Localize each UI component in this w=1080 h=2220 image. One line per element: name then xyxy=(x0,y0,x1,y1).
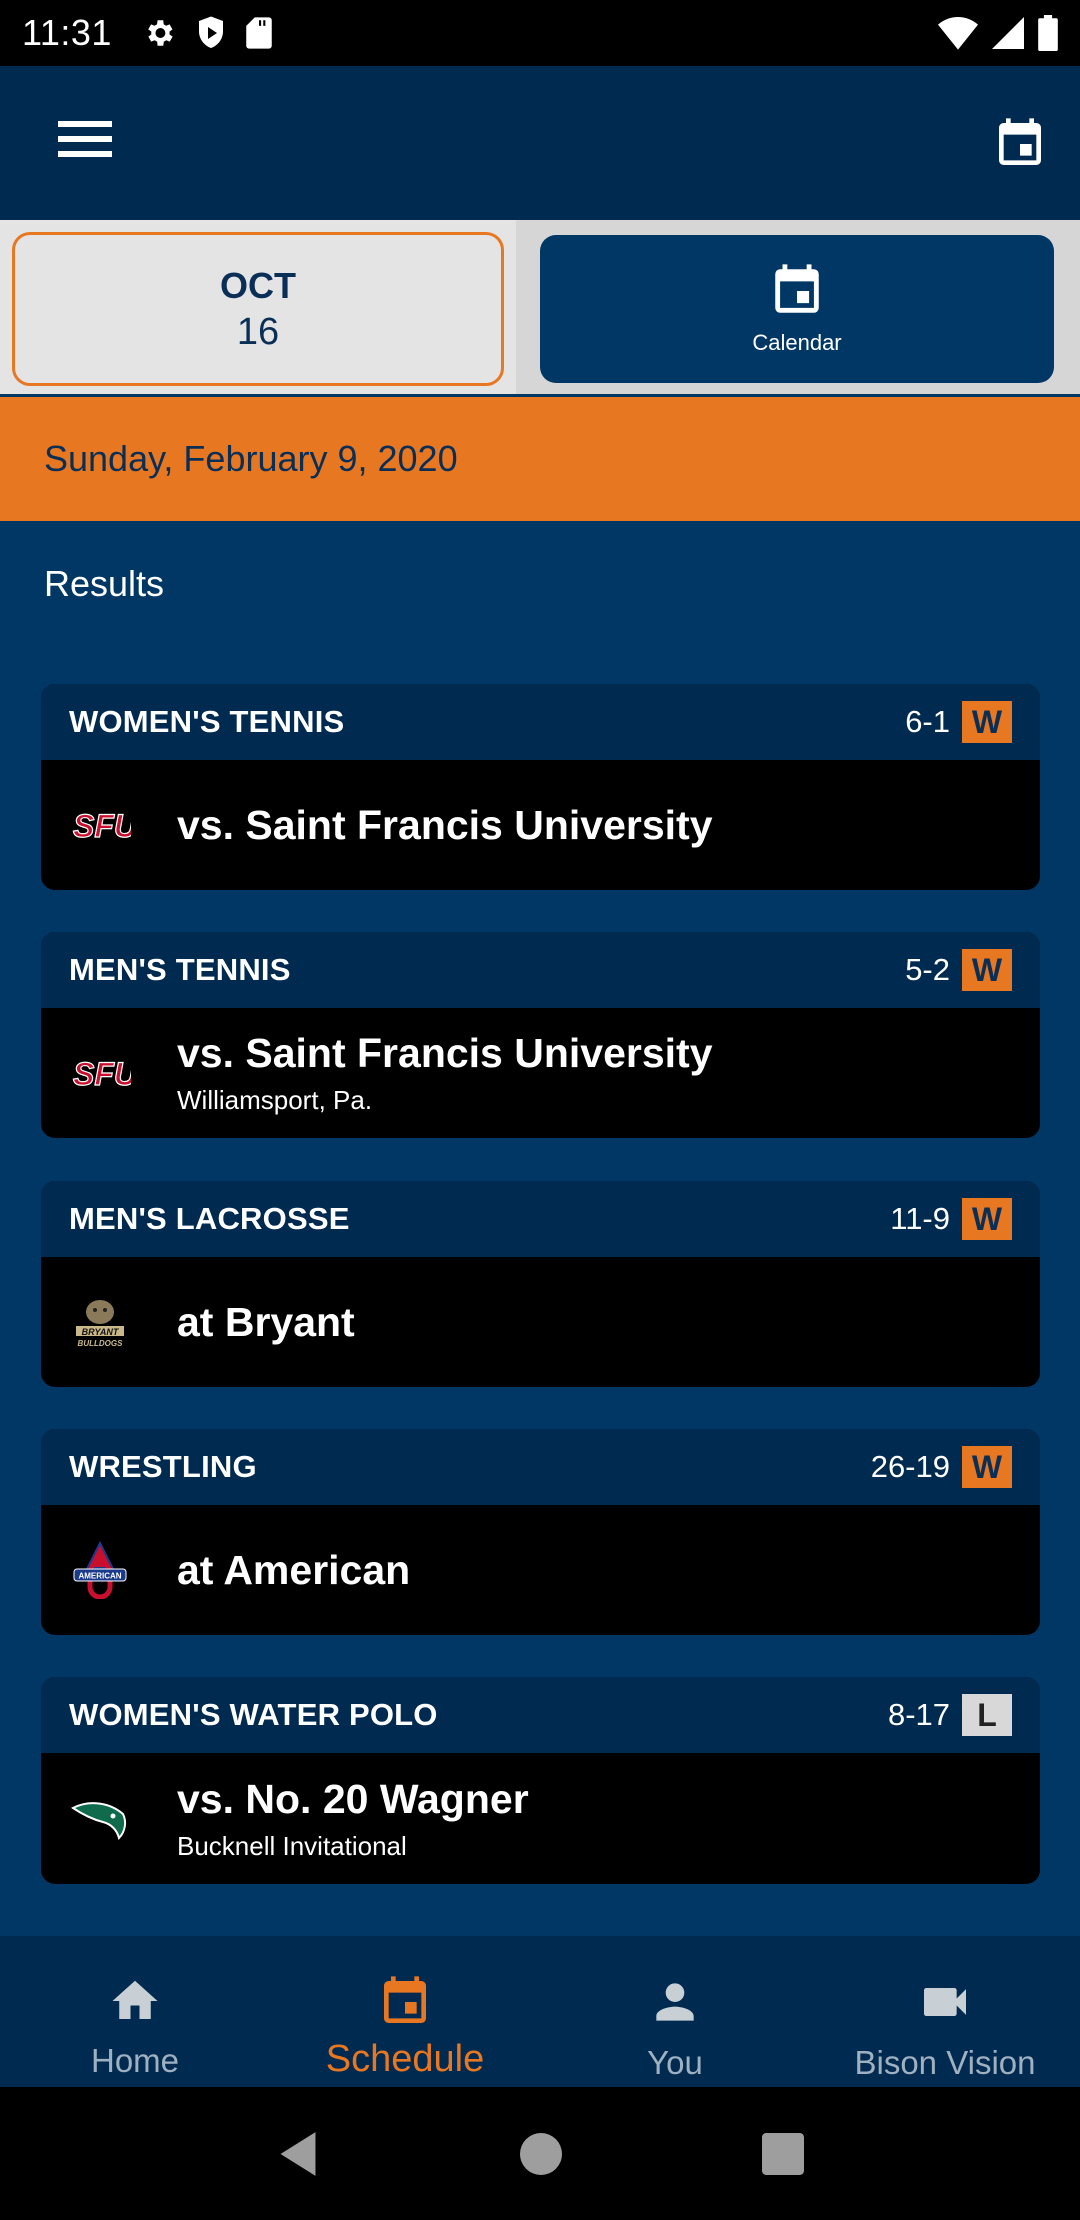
person-icon xyxy=(656,1983,694,2021)
game-score: 5-2 xyxy=(905,952,950,987)
sfu-logo: SFU xyxy=(69,797,131,853)
game-score: 8-17 xyxy=(887,1697,950,1732)
nav-bison-vision-label: Bison Vision xyxy=(854,2044,1036,2081)
game-location: Bucknell Invitational xyxy=(177,1830,407,1861)
game-score: 26-19 xyxy=(870,1449,950,1484)
svg-text:BULLDOGS: BULLDOGS xyxy=(78,1339,124,1348)
game-card[interactable]: WOMEN'S WATER POLO 8-17 L vs. No. 20 Wag… xyxy=(41,1677,1040,1884)
date-month: OCT xyxy=(220,264,296,306)
bryant-bulldogs-logo: BRYANT BULLDOGS xyxy=(69,1294,131,1350)
selected-date-button[interactable]: OCT 16 xyxy=(12,232,504,386)
date-selector: OCT 16 Calendar xyxy=(0,220,1080,396)
calendar-button[interactable]: Calendar xyxy=(540,235,1054,383)
opponent-name: at American xyxy=(177,1546,411,1593)
card-body: vs. No. 20 Wagner Bucknell Invitational xyxy=(41,1753,1040,1884)
calendar-button-label: Calendar xyxy=(752,330,842,355)
result-badge: W xyxy=(962,1446,1012,1488)
game-card[interactable]: MEN'S LACROSSE 11-9 W BRYANT BULLDOGS at… xyxy=(41,1181,1040,1387)
svg-text:SFU: SFU xyxy=(73,808,131,844)
nav-you-label: You xyxy=(647,2044,703,2081)
card-body: SFU vs. Saint Francis University William… xyxy=(41,1008,1040,1138)
game-card[interactable]: MEN'S TENNIS 5-2 W SFU vs. Saint Francis… xyxy=(41,932,1040,1138)
result-badge: W xyxy=(962,1198,1012,1240)
game-location: Williamsport, Pa. xyxy=(177,1085,373,1115)
game-card[interactable]: WRESTLING 26-19 W AMERICAN at American xyxy=(41,1429,1040,1635)
sfu-logo: SFU xyxy=(69,1045,131,1101)
sport-name: WOMEN'S TENNIS xyxy=(69,704,345,739)
calendar-icon xyxy=(384,1976,426,2023)
sport-name: WRESTLING xyxy=(69,1449,257,1484)
opponent-name: vs. No. 20 Wagner xyxy=(177,1775,529,1822)
opponent-name: vs. Saint Francis University xyxy=(177,801,713,848)
date-banner: Sunday, February 9, 2020 xyxy=(0,397,1080,521)
nav-bison-vision[interactable]: Bison Vision xyxy=(810,1936,1080,2087)
nav-schedule-label: Schedule xyxy=(325,2038,485,2080)
card-body: BRYANT BULLDOGS at Bryant xyxy=(41,1257,1040,1387)
card-header: WRESTLING 26-19 W xyxy=(41,1429,1040,1505)
bottom-navigation: Home Schedule You Bison Vision xyxy=(0,1936,1080,2087)
sport-name: MEN'S TENNIS xyxy=(69,952,291,987)
hamburger-menu-icon[interactable] xyxy=(58,121,114,165)
results-title: Results xyxy=(44,563,165,604)
nav-home[interactable]: Home xyxy=(0,1936,270,2087)
sd-card-icon xyxy=(246,17,272,49)
home-circle-icon[interactable] xyxy=(520,2132,562,2175)
system-navigation-bar xyxy=(0,2087,1080,2220)
sport-name: WOMEN'S WATER POLO xyxy=(69,1697,438,1732)
card-body: AMERICAN at American xyxy=(41,1505,1040,1635)
opponent-name: vs. Saint Francis University xyxy=(177,1030,713,1076)
result-badge: L xyxy=(962,1694,1012,1736)
wagner-seahawks-logo xyxy=(69,1791,131,1847)
svg-text:AMERICAN: AMERICAN xyxy=(78,1572,121,1581)
back-icon[interactable] xyxy=(276,2130,320,2178)
app-bar xyxy=(0,66,1080,220)
battery-icon xyxy=(1038,15,1058,51)
card-header: WOMEN'S TENNIS 6-1 W xyxy=(41,684,1040,760)
result-badge: W xyxy=(962,701,1012,743)
status-time: 11:31 xyxy=(22,12,112,53)
card-header: MEN'S LACROSSE 11-9 W xyxy=(41,1181,1040,1257)
card-header: MEN'S TENNIS 5-2 W xyxy=(41,932,1040,1008)
svg-text:SFU: SFU xyxy=(73,1056,131,1092)
nav-you[interactable]: You xyxy=(540,1936,810,2087)
date-day: 16 xyxy=(236,310,280,353)
sport-name: MEN'S LACROSSE xyxy=(69,1201,350,1236)
status-bar: 11:31 xyxy=(0,0,1080,66)
svg-text:BRYANT: BRYANT xyxy=(82,1327,120,1337)
game-score: 11-9 xyxy=(890,1201,950,1236)
calendar-icon[interactable] xyxy=(992,116,1048,172)
banner-date: Sunday, February 9, 2020 xyxy=(44,438,458,479)
nav-schedule[interactable]: Schedule xyxy=(270,1936,540,2087)
opponent-name: at Bryant xyxy=(177,1298,355,1345)
home-icon xyxy=(112,1980,158,2019)
card-header: WOMEN'S WATER POLO 8-17 L xyxy=(41,1677,1040,1753)
result-badge: W xyxy=(962,949,1012,991)
game-score: 6-1 xyxy=(905,704,950,739)
shield-play-icon xyxy=(198,16,223,48)
signal-icon xyxy=(992,17,1024,49)
nav-home-label: Home xyxy=(90,2042,180,2079)
card-body: SFU vs. Saint Francis University xyxy=(41,760,1040,890)
recents-square-icon[interactable] xyxy=(762,2132,804,2175)
calendar-icon xyxy=(775,264,819,313)
wifi-icon xyxy=(938,17,978,50)
settings-icon xyxy=(148,20,173,46)
game-card[interactable]: WOMEN'S TENNIS 6-1 W SFU vs. Saint Franc… xyxy=(41,684,1040,890)
video-camera-icon xyxy=(924,1988,966,2016)
american-university-logo: AMERICAN xyxy=(69,1541,131,1599)
